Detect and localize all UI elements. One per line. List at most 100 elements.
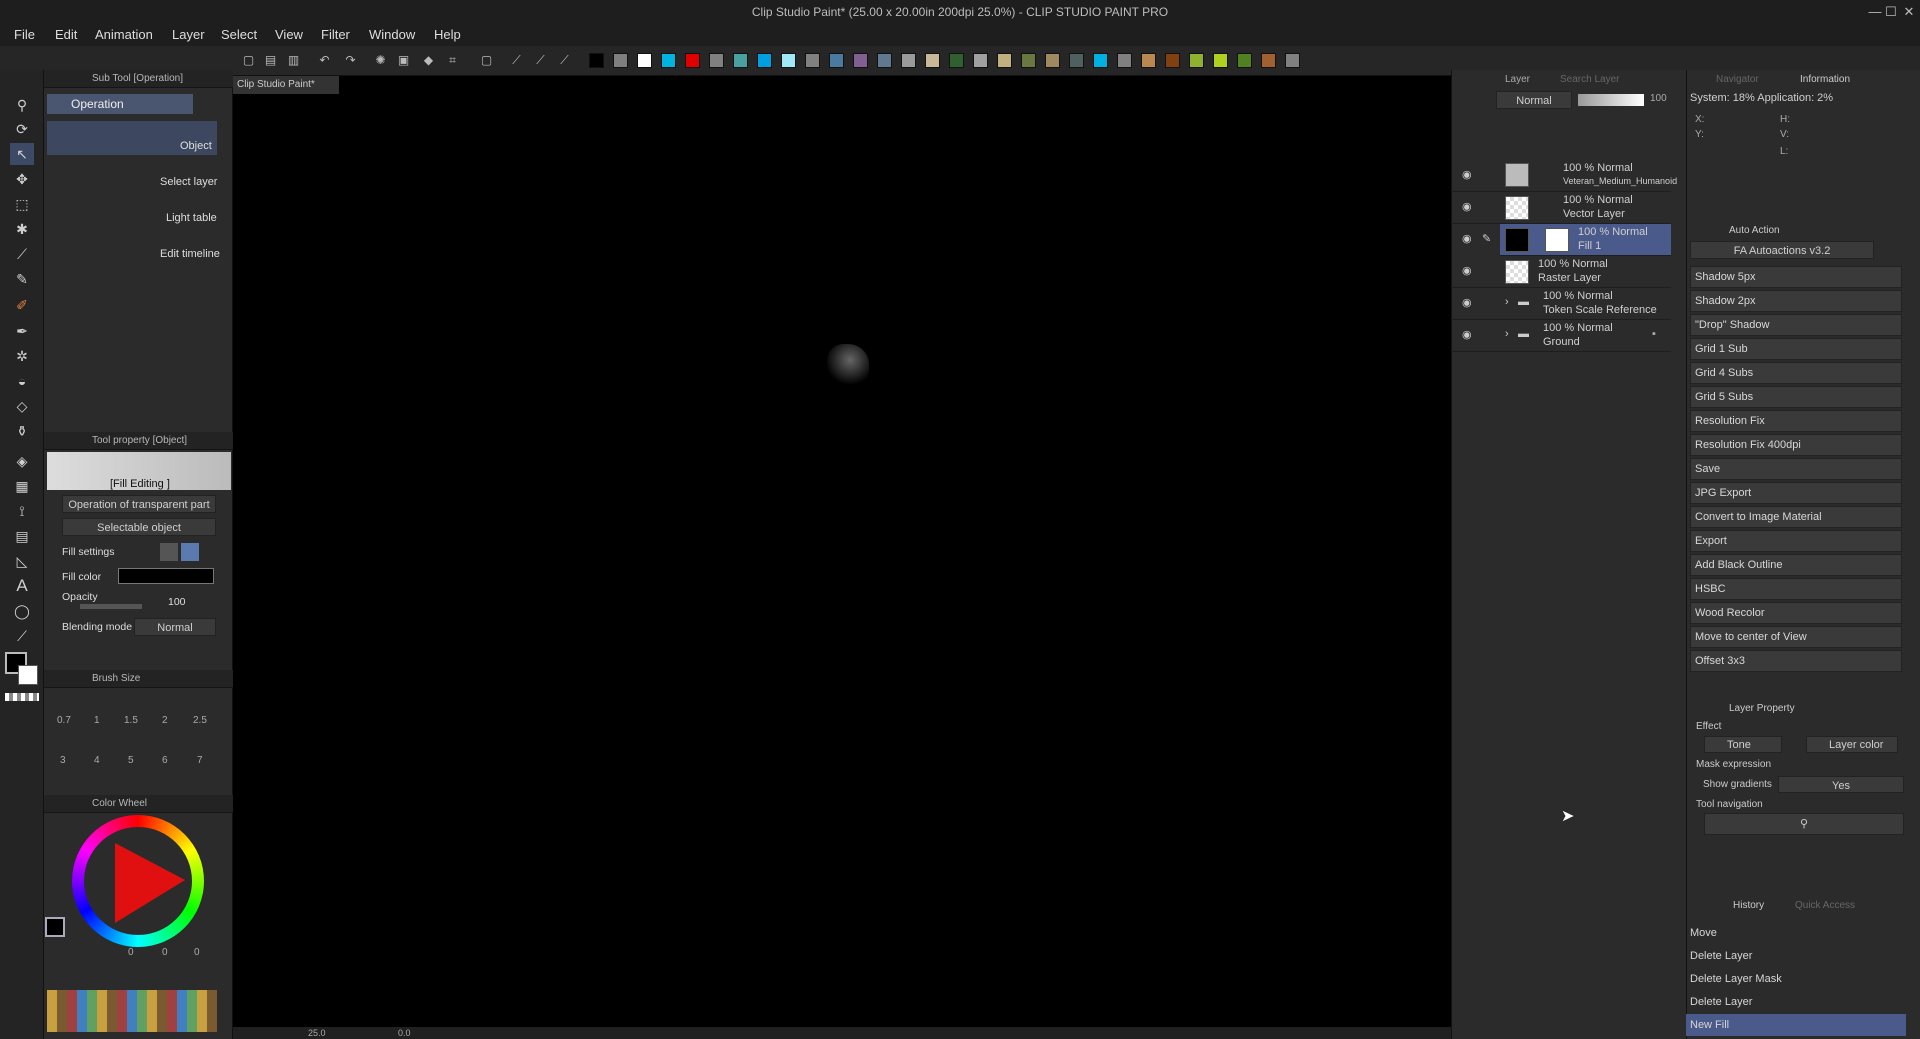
correct-line-icon[interactable]: ⟋ [10, 625, 34, 647]
auto-action-set-dropdown[interactable]: FA Autoactions v3.2 [1690, 241, 1874, 259]
menu-animation[interactable]: Animation [95, 24, 153, 46]
brush-size-1[interactable]: 1 [94, 715, 100, 726]
transparent-part-dropdown[interactable]: Operation of transparent part [62, 495, 216, 513]
eye-icon[interactable]: ◉ [1462, 296, 1472, 309]
palette-swatch[interactable] [973, 53, 988, 68]
palette-swatch[interactable] [805, 53, 820, 68]
color-triangle[interactable] [110, 838, 190, 928]
menu-filter[interactable]: Filter [321, 24, 350, 46]
chevron-right-icon[interactable]: › [1505, 328, 1509, 340]
eye-icon[interactable]: ◉ [1462, 200, 1472, 213]
undo-icon[interactable]: ↶ [316, 52, 333, 69]
menu-file[interactable]: File [14, 24, 35, 46]
lock-icon[interactable]: ▪ [1652, 328, 1656, 340]
layer-row[interactable] [1451, 192, 1671, 224]
stabilizer-icon[interactable]: ⟋ [508, 52, 525, 69]
operation-tool-icon[interactable]: ↖ [10, 143, 34, 165]
palette-swatch[interactable] [709, 53, 724, 68]
palette-swatch[interactable] [1237, 53, 1252, 68]
palette-swatch[interactable] [1165, 53, 1180, 68]
zoom-tool-icon[interactable]: ⚲ [10, 94, 34, 116]
auto-action-item[interactable]: Grid 1 Sub [1690, 338, 1902, 360]
auto-action-item[interactable]: HSBC [1690, 578, 1902, 600]
text-tool-icon[interactable]: A [10, 575, 34, 597]
brush-size-9[interactable]: 7 [197, 755, 203, 766]
auto-action-item[interactable]: Move to center of View [1690, 626, 1902, 648]
history-item[interactable]: Delete Layer [1686, 991, 1906, 1013]
palette-swatch[interactable] [877, 53, 892, 68]
magic-wand-icon[interactable]: ✱ [10, 218, 34, 240]
tab-navigator[interactable]: Navigator [1716, 74, 1759, 85]
menu-view[interactable]: View [275, 24, 303, 46]
auto-action-item[interactable]: Convert to Image Material [1690, 506, 1902, 528]
palette-swatch[interactable] [637, 53, 652, 68]
document-tab[interactable]: Clip Studio Paint* [233, 76, 339, 94]
palette-swatch[interactable] [1045, 53, 1060, 68]
menu-layer[interactable]: Layer [172, 24, 205, 46]
layer-opacity-value[interactable]: 100 [1650, 93, 1667, 104]
fill-color-swatch[interactable] [118, 568, 214, 584]
tool-navigation-button[interactable]: ⚲ [1704, 813, 1904, 835]
selection-icon[interactable]: ▢ [478, 52, 495, 69]
palette-swatch[interactable] [1093, 53, 1108, 68]
selectable-object-dropdown[interactable]: Selectable object [62, 518, 216, 536]
auto-action-item[interactable]: Resolution Fix 400dpi [1690, 434, 1902, 456]
show-gradients-dropdown[interactable]: Yes [1778, 776, 1904, 793]
eraser-tool-icon[interactable]: ◇ [10, 395, 34, 417]
menu-window[interactable]: Window [369, 24, 415, 46]
gradient-tool-icon[interactable]: ▦ [10, 475, 34, 497]
brush-size-7[interactable]: 5 [128, 755, 134, 766]
palette-swatch[interactable] [1213, 53, 1228, 68]
palette-swatch[interactable] [1285, 53, 1300, 68]
menu-help[interactable]: Help [434, 24, 461, 46]
fill-icon[interactable]: ◆ [420, 52, 437, 69]
transparent-swatch[interactable] [5, 693, 39, 701]
opacity-slider[interactable] [80, 604, 142, 609]
history-item-current[interactable]: New Fill [1686, 1014, 1906, 1036]
menu-edit[interactable]: Edit [55, 24, 77, 46]
sub-tool-light-table[interactable]: Light table [166, 212, 217, 224]
palette-swatch[interactable] [829, 53, 844, 68]
brush-size-0[interactable]: 0.7 [57, 715, 71, 726]
layer-color-button[interactable]: Layer color [1806, 736, 1898, 753]
palette-swatch[interactable] [1189, 53, 1204, 68]
palette-swatch[interactable] [781, 53, 796, 68]
palette-swatch[interactable] [1117, 53, 1132, 68]
close-button[interactable]: ✕ [1894, 0, 1920, 24]
tab-quick-access[interactable]: Quick Access [1795, 900, 1855, 911]
new-canvas-icon[interactable]: ▢ [240, 52, 257, 69]
history-item[interactable]: Delete Layer Mask [1686, 968, 1906, 990]
palette-swatch[interactable] [685, 53, 700, 68]
open-icon[interactable]: ▤ [262, 52, 279, 69]
transform-icon[interactable]: ▣ [395, 52, 412, 69]
eye-icon[interactable]: ◉ [1462, 264, 1472, 277]
rotate-tool-icon[interactable]: ⟳ [10, 118, 34, 140]
color-set-palette[interactable] [47, 990, 217, 1032]
auto-action-item[interactable]: Grid 5 Subs [1690, 386, 1902, 408]
palette-swatch[interactable] [853, 53, 868, 68]
auto-action-item[interactable]: JPG Export [1690, 482, 1902, 504]
history-item[interactable]: Move [1686, 922, 1906, 944]
fill-tool-icon[interactable]: ◈ [10, 450, 34, 472]
brush-size-5[interactable]: 3 [60, 755, 66, 766]
pencil-tool-icon[interactable]: ✐ [10, 294, 34, 316]
ruler-tool-icon[interactable]: ◺ [10, 550, 34, 572]
palette-swatch[interactable] [901, 53, 916, 68]
palette-swatch[interactable] [589, 53, 604, 68]
tone-button[interactable]: Tone [1704, 736, 1782, 753]
palette-swatch[interactable] [949, 53, 964, 68]
redo-icon[interactable]: ↷ [342, 52, 359, 69]
blend-tool-icon[interactable]: ⚱ [10, 420, 34, 442]
fill-settings-option-2[interactable] [181, 543, 199, 561]
palette-swatch[interactable] [1069, 53, 1084, 68]
clear-icon[interactable]: ✺ [372, 52, 389, 69]
auto-action-item[interactable]: Shadow 5px [1690, 266, 1902, 288]
palette-swatch[interactable] [925, 53, 940, 68]
tab-history[interactable]: History [1733, 900, 1764, 911]
save-icon[interactable]: ▥ [285, 52, 302, 69]
eye-icon[interactable]: ◉ [1462, 328, 1472, 341]
auto-action-item[interactable]: Add Black Outline [1690, 554, 1902, 576]
marquee-tool-icon[interactable]: ⬚ [10, 193, 34, 215]
brush-size-6[interactable]: 4 [94, 755, 100, 766]
move-tool-icon[interactable]: ✥ [10, 168, 34, 190]
